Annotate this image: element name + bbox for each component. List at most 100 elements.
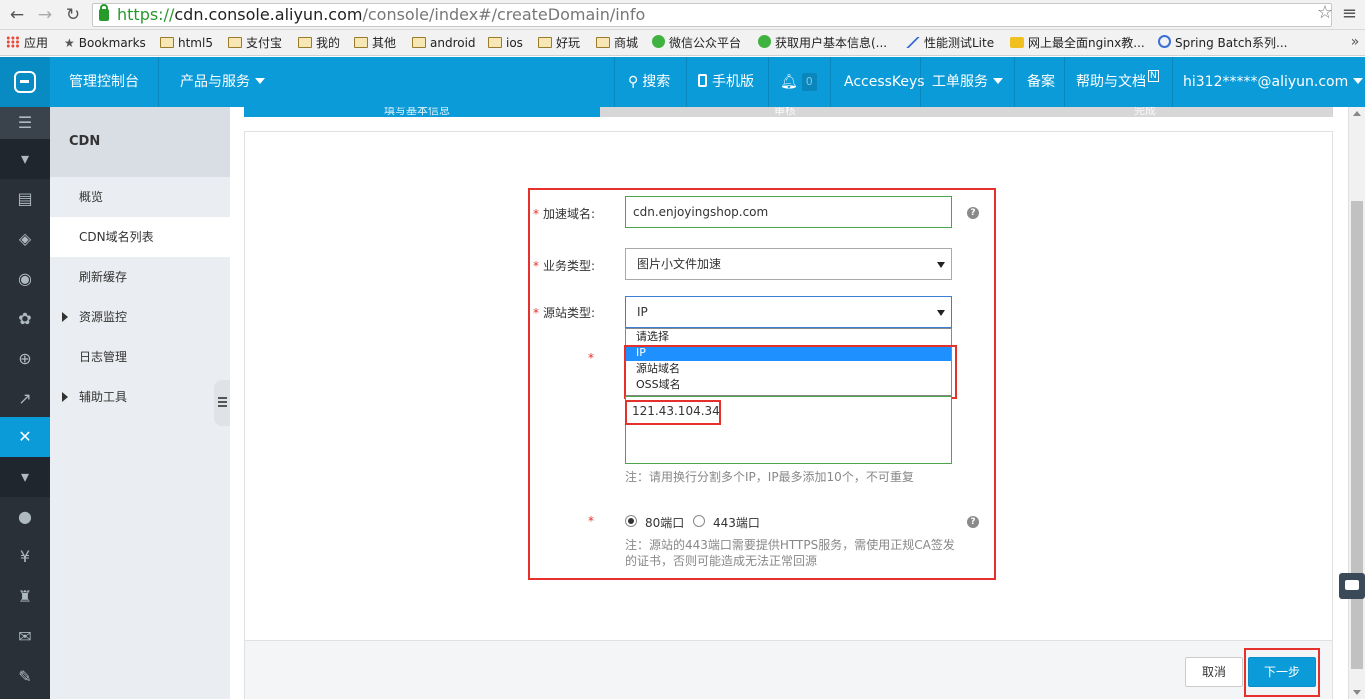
- step-label: 填写基本信息: [384, 107, 450, 117]
- port80-label[interactable]: 80端口: [645, 514, 684, 531]
- feedback-chat-icon[interactable]: [1339, 573, 1365, 599]
- ticket-menu[interactable]: 工单服务: [932, 57, 1003, 107]
- bookmark-folder[interactable]: 我的: [298, 35, 340, 51]
- help-icon[interactable]: ?: [967, 516, 979, 528]
- progress-steps: 填写基本信息 审核 完成: [244, 107, 1333, 117]
- sidebar-item-overview[interactable]: 概览: [50, 177, 230, 217]
- scroll-down-icon[interactable]: [1353, 690, 1361, 695]
- accesskeys-link[interactable]: AccessKeys: [844, 57, 925, 107]
- folder-icon: [160, 37, 174, 48]
- bookmark-folder[interactable]: html5: [160, 35, 213, 51]
- icon-rail: ☰ ▾ ▤ ◈ ◉ ✿ ⊕ ↗ ✕ ▾ ● ¥ ♜ ✉ ✎: [0, 107, 50, 699]
- mobile-button[interactable]: 手机版: [698, 57, 754, 107]
- bookmark-folder[interactable]: 支付宝: [228, 35, 282, 51]
- dropdown-option[interactable]: 请选择: [626, 329, 951, 345]
- sidebar-collapse-handle[interactable]: [214, 380, 230, 426]
- bookmark-wechat[interactable]: 微信公众平台: [652, 35, 741, 51]
- port443-label[interactable]: 443端口: [713, 514, 760, 531]
- cluster-icon[interactable]: ✿: [0, 299, 50, 339]
- shield-icon[interactable]: ◈: [0, 219, 50, 259]
- cancel-button[interactable]: 取消: [1185, 657, 1243, 687]
- bookmark-apps[interactable]: 应用: [6, 35, 48, 51]
- forward-arrow-icon[interactable]: →: [34, 4, 56, 26]
- port443-radio[interactable]: [693, 515, 705, 527]
- search-button[interactable]: ⚲ 搜索: [628, 57, 670, 107]
- scroll-up-icon[interactable]: [1353, 111, 1361, 116]
- bookmark-folder[interactable]: 商城: [596, 35, 638, 51]
- panel-footer: 取消 下一步: [245, 640, 1332, 699]
- mobile-icon: [698, 74, 707, 87]
- folder-icon: [354, 37, 368, 48]
- folder-icon: [298, 37, 312, 48]
- browser-menu-icon[interactable]: ≡: [1342, 3, 1357, 24]
- port-note: 注：源站的443端口需要提供HTTPS服务，需使用正规CA签发 的证书，否则可能…: [625, 538, 955, 568]
- sidebar-item-domain-list[interactable]: CDN域名列表: [50, 217, 230, 257]
- server-icon[interactable]: ▤: [0, 179, 50, 219]
- bookmark-folder[interactable]: android: [412, 35, 476, 51]
- bookmark-nginx[interactable]: 网上最全面nginx教...: [1010, 35, 1145, 51]
- sidebar-item-monitoring[interactable]: 资源监控: [50, 297, 230, 337]
- collapse-group-icon[interactable]: ▾: [0, 457, 50, 497]
- sidebar-item-tools[interactable]: 辅助工具: [50, 377, 230, 417]
- bookmark-wechat[interactable]: 获取用户基本信息(...: [758, 35, 887, 51]
- pencil-icon[interactable]: ✎: [0, 657, 50, 697]
- notifications-button[interactable]: 🔔︎ 0: [780, 57, 817, 107]
- dns-icon[interactable]: ◉: [0, 259, 50, 299]
- business-type-select[interactable]: 图片小文件加速: [625, 248, 952, 280]
- folder-icon: [412, 37, 426, 48]
- main-content: 填写基本信息 审核 完成 * 加速域名: cdn.enjoyingshop.com…: [230, 107, 1348, 699]
- bookmark-perf[interactable]: 性能测试Lite: [906, 35, 994, 51]
- yen-icon[interactable]: ¥: [0, 537, 50, 577]
- top-navigation: 管理控制台 产品与服务 ⚲ 搜索 手机版 🔔︎ 0 AccessKeys 工单服务 …: [0, 57, 1365, 107]
- page-scrollbar[interactable]: [1348, 107, 1365, 699]
- bookmark-folder[interactable]: ios: [488, 35, 523, 51]
- nav-divider: [920, 57, 921, 107]
- collapse-group-icon[interactable]: ▾: [0, 139, 50, 179]
- help-docs-link[interactable]: 帮助与文档 N: [1076, 57, 1159, 107]
- globe-icon[interactable]: ⊕: [0, 339, 50, 379]
- sidebar-item-refresh-cache[interactable]: 刷新缓存: [50, 257, 230, 297]
- console-link[interactable]: 管理控制台: [69, 57, 139, 107]
- url-field[interactable]: https://cdn.console.aliyun.com/console/i…: [92, 3, 1332, 27]
- reload-icon[interactable]: ↻: [62, 4, 84, 26]
- mail-icon[interactable]: ✉: [0, 617, 50, 657]
- bookmark-spring[interactable]: Spring Batch系列...: [1158, 35, 1287, 51]
- aliyun-logo[interactable]: [0, 57, 50, 107]
- beian-link[interactable]: 备案: [1027, 57, 1055, 107]
- nav-divider: [1064, 57, 1065, 107]
- money-bag-icon[interactable]: ♜: [0, 577, 50, 617]
- products-menu[interactable]: 产品与服务: [180, 57, 265, 107]
- origin-type-select[interactable]: IP: [625, 296, 952, 328]
- bookmark-folder[interactable]: 其他: [354, 35, 396, 51]
- business-type-label: * 业务类型:: [533, 259, 596, 273]
- cdn-sidebar: CDN 概览 CDN域名列表 刷新缓存 资源监控 日志管理 辅助工具: [50, 107, 230, 699]
- back-arrow-icon[interactable]: ←: [6, 4, 28, 26]
- bookmark-folder[interactable]: 好玩: [538, 35, 580, 51]
- help-icon[interactable]: ?: [967, 207, 979, 219]
- chart-icon: [906, 37, 920, 48]
- domain-input[interactable]: cdn.enjoyingshop.com: [625, 196, 952, 228]
- apps-icon: [6, 36, 20, 48]
- sidebar-title: CDN: [50, 107, 230, 177]
- sidebar-item-logs[interactable]: 日志管理: [50, 337, 230, 377]
- dropdown-arrow-icon: [937, 262, 945, 268]
- origin-type-label: * 源站类型:: [533, 306, 596, 320]
- caret-right-icon: [62, 392, 68, 402]
- cdn-icon[interactable]: ✕: [0, 417, 50, 457]
- bookmark-bookmarks[interactable]: ★ Bookmarks: [64, 35, 146, 51]
- account-menu[interactable]: hi312*****@aliyun.com: [1183, 57, 1364, 107]
- folder-icon: [596, 37, 610, 48]
- trend-icon[interactable]: ↗: [0, 379, 50, 419]
- user-icon[interactable]: ●: [0, 497, 50, 537]
- bookmarks-overflow-icon[interactable]: »: [1345, 30, 1365, 55]
- wechat-icon: [758, 35, 771, 48]
- nav-divider: [686, 57, 687, 107]
- lock-icon: [99, 4, 109, 21]
- menu-toggle-icon[interactable]: ☰: [0, 107, 50, 139]
- dropdown-arrow-icon: [937, 310, 945, 316]
- hamburger-icon: [218, 397, 227, 399]
- chevron-down-icon: [993, 78, 1003, 84]
- port80-radio[interactable]: [625, 515, 637, 527]
- bookmark-star-icon[interactable]: ☆: [1317, 2, 1333, 23]
- url-scheme: https://: [117, 5, 175, 24]
